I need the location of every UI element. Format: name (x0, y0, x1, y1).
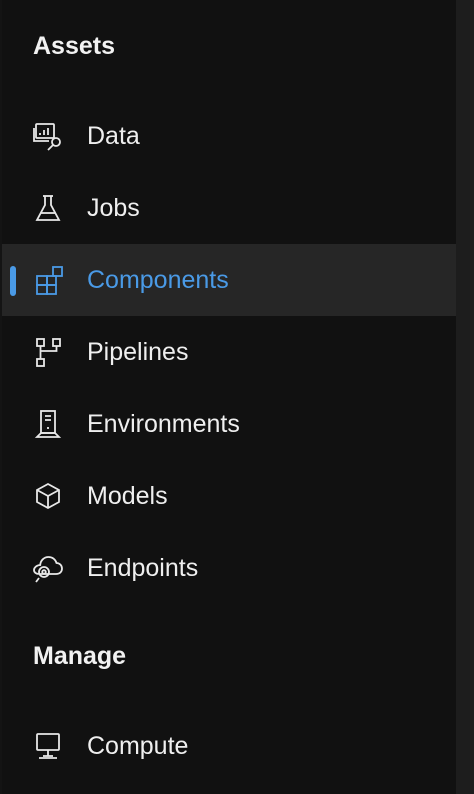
data-search-icon (32, 120, 64, 152)
selected-indicator (10, 266, 16, 296)
pipeline-icon (32, 336, 64, 368)
assets-section-header: Assets (33, 32, 115, 60)
nav-label-environments: Environments (87, 410, 240, 438)
cloud-endpoint-icon (32, 552, 64, 584)
nav-label-jobs: Jobs (87, 194, 140, 222)
nav-item-environments[interactable]: Environments (2, 388, 456, 460)
environment-icon (32, 408, 64, 440)
nav-label-components: Components (87, 266, 229, 294)
components-icon (32, 264, 64, 296)
sidebar-navigation: Assets Data Jobs Components Pipelines En… (2, 0, 456, 794)
nav-item-data[interactable]: Data (2, 100, 456, 172)
flask-icon (32, 192, 64, 224)
nav-label-endpoints: Endpoints (87, 554, 199, 582)
nav-item-pipelines[interactable]: Pipelines (2, 316, 456, 388)
cube-icon (32, 480, 64, 512)
nav-item-models[interactable]: Models (2, 460, 456, 532)
nav-label-pipelines: Pipelines (87, 338, 189, 366)
nav-label-compute: Compute (87, 732, 189, 760)
nav-item-compute[interactable]: Compute (2, 710, 456, 782)
nav-item-jobs[interactable]: Jobs (2, 172, 456, 244)
panel-edge (456, 0, 474, 794)
nav-item-components[interactable]: Components (2, 244, 456, 316)
nav-label-data: Data (87, 122, 140, 150)
nav-label-models: Models (87, 482, 168, 510)
asset-navigation-screen: Assets Data Jobs Components Pipelines En… (0, 0, 474, 794)
monitor-icon (32, 730, 64, 762)
nav-item-endpoints[interactable]: Endpoints (2, 532, 456, 604)
manage-section-header: Manage (33, 642, 127, 670)
